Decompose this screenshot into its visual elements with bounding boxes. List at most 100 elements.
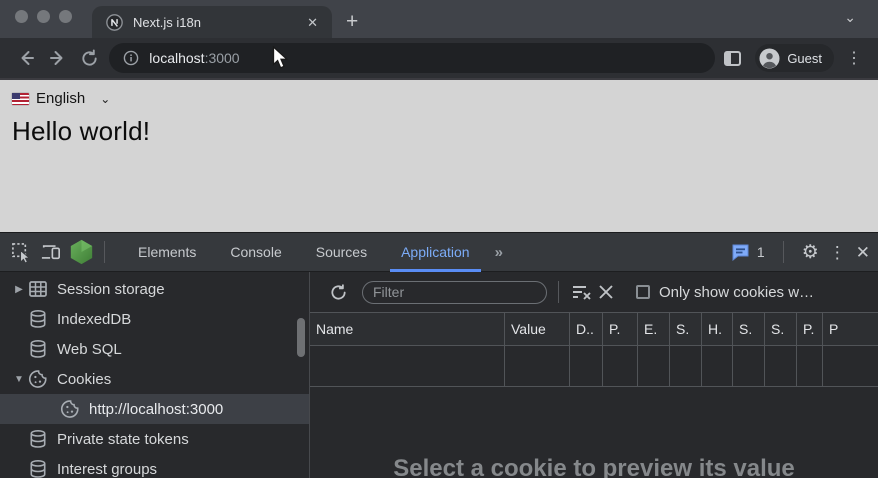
mouse-cursor [272, 46, 289, 70]
devtools-tab-elements[interactable]: Elements [121, 233, 213, 272]
toolbar-right-cluster: Guest ⋮ [715, 43, 868, 73]
url-host: localhost [149, 50, 204, 66]
empty-cell-s [765, 346, 797, 386]
cookie-icon [28, 369, 48, 389]
devtools-close-icon[interactable]: ✕ [856, 244, 870, 261]
nodejs-icon[interactable] [66, 239, 96, 265]
database-icon [28, 309, 48, 329]
cookie-preview-pane: Select a cookie to preview its value [310, 387, 878, 478]
tab-search-chevron-icon[interactable]: ⌄ [844, 9, 856, 26]
back-button[interactable] [10, 43, 42, 73]
profile-name: Guest [787, 51, 822, 66]
delete-all-icon[interactable] [594, 279, 618, 305]
empty-cell-d [570, 346, 603, 386]
table-icon [28, 279, 48, 299]
empty-cell-name [310, 346, 505, 386]
tab-close-icon[interactable]: ✕ [303, 14, 322, 31]
empty-cell-p [603, 346, 638, 386]
nextjs-favicon-icon [106, 14, 123, 31]
sidebar-item-indexeddb[interactable]: IndexedDB [0, 304, 309, 334]
devtools-tab-console[interactable]: Console [213, 233, 298, 272]
site-info-icon[interactable] [123, 50, 139, 66]
inspect-element-icon[interactable] [6, 239, 36, 265]
column-header-s[interactable]: S. [765, 313, 797, 345]
refresh-icon[interactable] [326, 279, 350, 305]
sidebar-item-label: Interest groups [57, 461, 157, 478]
empty-cell-h [702, 346, 733, 386]
only-show-cookies-checkbox[interactable] [636, 285, 650, 299]
device-toolbar-icon[interactable] [36, 239, 66, 265]
column-header-p[interactable]: P. [603, 313, 638, 345]
sidebar-item-session-storage[interactable]: ▶Session storage [0, 274, 309, 304]
browser-tab[interactable]: Next.js i18n ✕ [92, 6, 332, 38]
sidebar-item-cookies[interactable]: ▼ Cookies [0, 364, 309, 394]
cookies-table: NameValueD..P.E.S.H.S.S.P.P [310, 312, 878, 387]
issues-count: 1 [757, 244, 765, 260]
sidebar-item-label: IndexedDB [57, 311, 131, 328]
minimize-window-button[interactable] [37, 10, 50, 23]
empty-cell-e [638, 346, 670, 386]
browser-toolbar: localhost:3000 Guest ⋮ [0, 38, 878, 80]
devtools-tab-sources[interactable]: Sources [299, 233, 384, 272]
column-header-p[interactable]: P. [797, 313, 823, 345]
side-panel-button[interactable] [715, 43, 749, 73]
cookies-table-header: NameValueD..P.E.S.H.S.S.P.P [310, 312, 878, 346]
language-selector[interactable]: English ⌄ [12, 90, 110, 107]
empty-cell-s [733, 346, 765, 386]
application-panel: ▶Session storage IndexedDB Web SQL ▼ Cookies… [0, 272, 878, 478]
toolbar-divider [558, 281, 559, 303]
devtools-toolbar-right: 1 ⚙ ⋮ ✕ [731, 241, 870, 263]
close-window-button[interactable] [15, 10, 28, 23]
column-header-s[interactable]: S. [733, 313, 765, 345]
tab-strip: Next.js i18n ✕ + ⌄ [0, 0, 878, 38]
sidebar-item-label: Web SQL [57, 341, 122, 358]
column-header-s[interactable]: S. [670, 313, 702, 345]
application-sidebar: ▶Session storage IndexedDB Web SQL ▼ Cookies… [0, 272, 310, 478]
column-header-e[interactable]: E. [638, 313, 670, 345]
column-header-p[interactable]: P [823, 313, 878, 345]
sidebar-item-label: Cookies [57, 371, 111, 388]
cookie-icon [60, 399, 80, 419]
sidebar-scrollbar[interactable] [297, 318, 305, 357]
only-show-cookies-label: Only show cookies w… [659, 284, 814, 301]
cookies-table-empty-row [310, 346, 878, 387]
devtools-menu-icon[interactable]: ⋮ [829, 244, 846, 261]
reload-button[interactable] [74, 43, 106, 73]
sidebar-item-web-sql[interactable]: Web SQL [0, 334, 309, 364]
devtools-toolbar: ElementsConsoleSourcesApplication » 1 ⚙ … [0, 233, 878, 272]
settings-gear-icon[interactable]: ⚙ [802, 243, 819, 262]
tree-collapsed-arrow-icon[interactable]: ▶ [12, 284, 26, 295]
toolbar-divider [104, 241, 105, 263]
new-tab-button[interactable]: + [346, 11, 358, 32]
column-header-h[interactable]: H. [702, 313, 733, 345]
issues-bubble-icon [731, 244, 750, 261]
database-icon [28, 459, 48, 478]
cookie-filter-input[interactable] [362, 281, 547, 304]
guest-avatar-icon [759, 48, 780, 69]
zoom-window-button[interactable] [59, 10, 72, 23]
language-label: English [36, 90, 85, 107]
database-icon [28, 339, 48, 359]
column-header-value[interactable]: Value [505, 313, 570, 345]
browser-window: Next.js i18n ✕ + ⌄ localhost:3000 [0, 0, 878, 478]
more-tabs-icon[interactable]: » [487, 244, 510, 261]
page-content: English ⌄ Hello world! [0, 80, 878, 232]
devtools-tab-application[interactable]: Application [384, 233, 487, 272]
browser-menu-icon[interactable]: ⋮ [840, 48, 868, 68]
issues-counter[interactable]: 1 [731, 244, 765, 261]
forward-button[interactable] [42, 43, 74, 73]
traffic-lights[interactable] [15, 10, 72, 23]
column-header-d[interactable]: D.. [570, 313, 603, 345]
language-chevron-icon: ⌄ [100, 92, 110, 106]
profile-button[interactable]: Guest [755, 44, 834, 72]
devtools-tabs: ElementsConsoleSourcesApplication [121, 233, 487, 272]
clear-filter-icon[interactable] [570, 279, 594, 305]
tree-expanded-arrow-icon[interactable]: ▼ [12, 374, 26, 385]
toolbar-divider [783, 241, 784, 263]
column-header-name[interactable]: Name [310, 313, 505, 345]
devtools-panel: ElementsConsoleSourcesApplication » 1 ⚙ … [0, 232, 878, 478]
sidebar-item-interest-groups[interactable]: Interest groups [0, 454, 309, 478]
sidebar-item-http-localhost-3000[interactable]: http://localhost:3000 [0, 394, 309, 424]
address-bar[interactable]: localhost:3000 [109, 43, 715, 73]
sidebar-item-private-state-tokens[interactable]: Private state tokens [0, 424, 309, 454]
